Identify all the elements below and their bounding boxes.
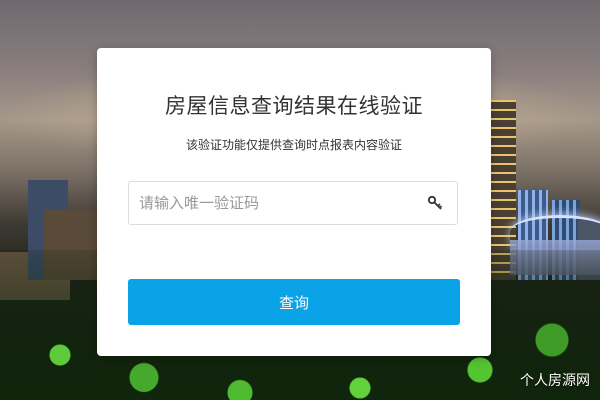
key-icon — [427, 195, 443, 211]
query-button[interactable]: 查询 — [128, 279, 460, 325]
watermark: 个人房源网 — [520, 373, 590, 389]
page-title: 房屋信息查询结果在线验证 — [165, 94, 423, 118]
verification-card: 房屋信息查询结果在线验证 该验证功能仅提供查询时点报表内容验证 查询 — [97, 48, 491, 356]
page-subtitle: 该验证功能仅提供查询时点报表内容验证 — [185, 138, 402, 152]
verification-code-input[interactable] — [139, 182, 409, 224]
verification-code-field — [128, 181, 458, 225]
